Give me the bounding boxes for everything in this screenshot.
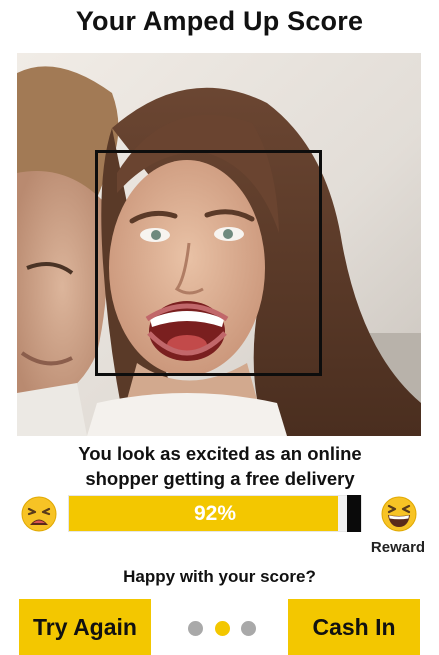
caption-line-1: You look as excited as an online [78,443,362,464]
caption-line-2: shopper getting a free delivery [85,468,355,489]
score-caption: You look as excited as an online shopper… [20,441,420,491]
cash-in-button[interactable]: Cash In [288,599,420,655]
page-indicator [188,620,256,636]
try-again-button[interactable]: Try Again [19,599,151,655]
reward-label: Reward [370,539,426,556]
weary-face-icon [21,496,57,532]
page-dot-1[interactable] [188,620,203,636]
reward-threshold-marker [347,495,361,532]
selfie-photo [17,53,421,436]
score-question: Happy with your score? [123,567,316,586]
page-dot-3[interactable] [241,620,256,636]
page-dot-2[interactable] [214,620,230,636]
page-title: Your Amped Up Score [75,6,364,36]
face-detection-box [95,150,322,376]
score-progress-bar: 92% [68,495,362,532]
score-percentage: 92% [193,501,237,525]
grinning-squinting-face-icon [381,496,417,532]
